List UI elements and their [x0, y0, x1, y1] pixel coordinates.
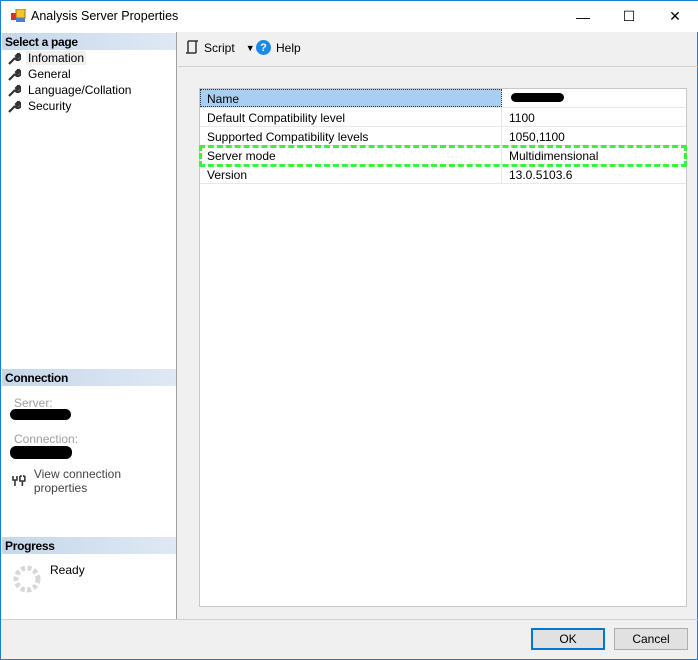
property-row[interactable]: Supported Compatibility levels 1050,1100 [200, 127, 686, 146]
title-bar: Analysis Server Properties — ☐ ✕ [1, 0, 698, 32]
help-icon: ? [256, 40, 271, 55]
redacted-server [10, 409, 71, 420]
right-pane: Script ▼ ? Help Name Default Compatibili… [178, 32, 698, 619]
view-connection-properties-link[interactable]: View connection properties [12, 467, 176, 495]
wrench-icon [8, 67, 21, 81]
connection-header: Connection [2, 369, 176, 386]
close-button[interactable]: ✕ [652, 1, 698, 32]
property-row-name[interactable]: Name [200, 89, 686, 108]
redacted-name [511, 93, 564, 102]
dialog-window: Analysis Server Properties — ☐ ✕ Select … [0, 0, 698, 660]
property-grid: Name Default Compatibility level 1100 Sup… [199, 88, 687, 607]
redacted-connection [10, 446, 72, 459]
plug-icon [12, 475, 26, 486]
script-icon [186, 40, 198, 54]
window-title: Analysis Server Properties [31, 9, 179, 23]
progress-header: Progress [2, 537, 176, 554]
toolbar-separator [178, 66, 698, 67]
page-information[interactable]: Infomation [8, 50, 87, 66]
progress-spinner-icon [13, 565, 41, 593]
wrench-icon [8, 83, 21, 97]
minimize-button[interactable]: — [560, 1, 606, 32]
server-label: Server: [14, 396, 53, 410]
highlight-annotation [199, 145, 687, 167]
script-button[interactable]: Script ▼ [185, 40, 255, 55]
property-row[interactable]: Version 13.0.5103.6 [200, 165, 686, 184]
page-language-collation[interactable]: Language/Collation [8, 82, 133, 98]
footer-divider [1, 619, 698, 620]
app-icon [11, 9, 26, 22]
page-security[interactable]: Security [8, 98, 73, 114]
progress-status: Ready [50, 563, 85, 577]
maximize-button[interactable]: ☐ [606, 1, 652, 32]
connection-label: Connection: [14, 432, 79, 446]
ok-button[interactable]: OK [531, 628, 605, 650]
help-button[interactable]: ? Help [256, 40, 301, 55]
property-row[interactable]: Default Compatibility level 1100 [200, 108, 686, 127]
wrench-icon [8, 51, 21, 65]
wrench-icon [8, 99, 21, 113]
select-page-header: Select a page [2, 33, 176, 50]
page-general[interactable]: General [8, 66, 73, 82]
cancel-button[interactable]: Cancel [614, 628, 688, 650]
script-dropdown-icon[interactable]: ▼ [246, 43, 255, 53]
left-pane: Select a page Infomation General Languag… [2, 32, 177, 619]
